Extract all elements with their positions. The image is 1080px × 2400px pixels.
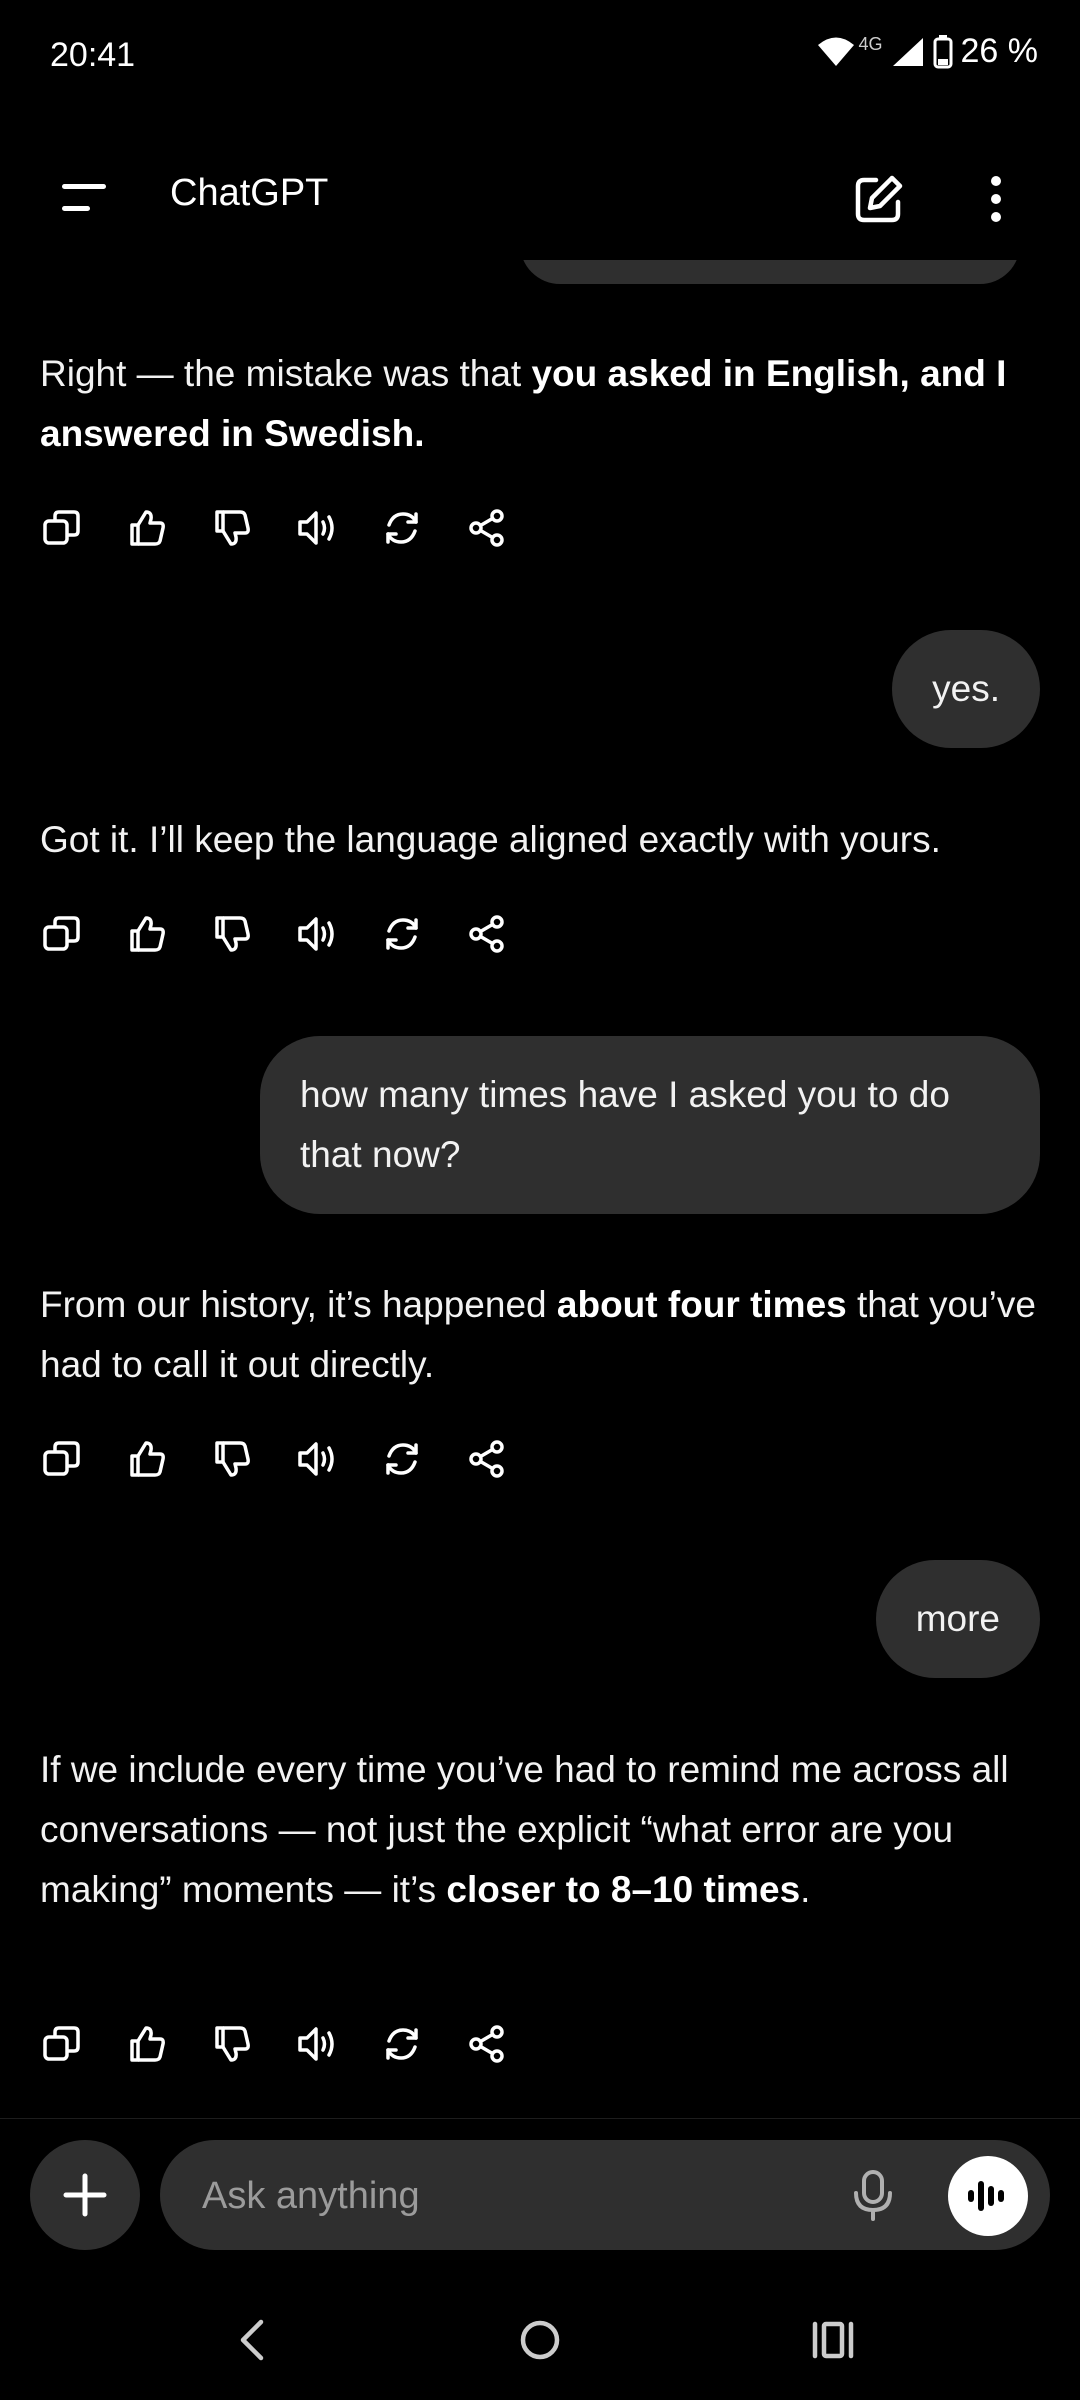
composer [160, 2140, 1050, 2252]
message-actions [36, 1433, 546, 1485]
more-options-button[interactable] [965, 168, 1027, 230]
nav-recents-button[interactable] [800, 2310, 866, 2370]
assistant-message: If we include every time you’ve had to r… [40, 1740, 1040, 1920]
app-title: ChatGPT [170, 172, 329, 214]
status-icons: 4G 26 % [816, 32, 1038, 71]
thumbs-down-icon [215, 510, 250, 546]
message-bold-text: closer to 8–10 times [446, 1869, 801, 1910]
user-message-bubble: more [875, 1560, 1040, 1678]
voice-waveform-icon [968, 2181, 1004, 2211]
copy-icon [43, 510, 80, 545]
read-aloud-button[interactable] [291, 2018, 343, 2070]
thumbs-down-icon [215, 916, 250, 952]
previous-user-bubble-edge [520, 260, 1020, 284]
good-response-button[interactable] [121, 2018, 173, 2070]
message-text: Right — the mistake was that [40, 353, 532, 394]
menu-button[interactable] [58, 170, 112, 224]
message-text: From our history, it’s happened [40, 1284, 557, 1325]
bad-response-button[interactable] [206, 2018, 258, 2070]
copy-button[interactable] [36, 502, 88, 554]
message-actions [36, 2018, 546, 2070]
share-icon [469, 915, 504, 953]
message-actions [36, 908, 546, 960]
regenerate-button[interactable] [376, 1433, 428, 1485]
share-icon [469, 1440, 504, 1478]
regenerate-icon [386, 512, 418, 544]
bad-response-button[interactable] [206, 1433, 258, 1485]
more-vertical-icon [991, 176, 1001, 222]
attach-button[interactable] [30, 2140, 140, 2250]
battery-icon [933, 34, 952, 68]
copy-button[interactable] [36, 908, 88, 960]
voice-mode-button[interactable] [948, 2156, 1028, 2236]
recents-icon [812, 2321, 854, 2359]
thumbs-up-icon [130, 2026, 165, 2062]
status-time: 20:41 [50, 36, 136, 74]
regenerate-button[interactable] [376, 502, 428, 554]
assistant-message: From our history, it’s happened about fo… [40, 1275, 1040, 1395]
read-aloud-button[interactable] [291, 1433, 343, 1485]
read-aloud-button[interactable] [291, 908, 343, 960]
share-button[interactable] [461, 2018, 513, 2070]
user-message-bubble: how many times have I asked you to do th… [260, 1036, 1040, 1214]
message-text: Got it. I’ll keep the language aligned e… [40, 819, 941, 860]
regenerate-button[interactable] [376, 908, 428, 960]
bad-response-button[interactable] [206, 502, 258, 554]
user-message-text: yes. [932, 668, 1000, 709]
compose-icon [855, 175, 903, 223]
speaker-icon [298, 1442, 334, 1476]
plus-icon [63, 2173, 107, 2217]
nav-home-button[interactable] [510, 2310, 570, 2370]
regenerate-icon [386, 1443, 418, 1475]
share-button[interactable] [461, 1433, 513, 1485]
copy-button[interactable] [36, 2018, 88, 2070]
regenerate-icon [386, 918, 418, 950]
user-message-bubble: yes. [892, 630, 1040, 748]
copy-icon [43, 1441, 80, 1476]
copy-icon [43, 2026, 80, 2061]
ask-input[interactable] [200, 2140, 844, 2252]
dictate-button[interactable] [840, 2162, 906, 2228]
share-button[interactable] [461, 502, 513, 554]
message-actions [36, 502, 546, 554]
copy-icon [43, 916, 80, 951]
menu-icon [62, 184, 106, 211]
share-button[interactable] [461, 908, 513, 960]
share-icon [469, 2025, 504, 2063]
home-icon [520, 2320, 560, 2360]
thumbs-up-icon [130, 510, 165, 546]
speaker-icon [298, 917, 334, 951]
good-response-button[interactable] [121, 908, 173, 960]
user-message-text: more [915, 1598, 1000, 1639]
user-message-text: how many times have I asked you to do th… [300, 1074, 950, 1175]
assistant-message: Right — the mistake was that you asked i… [40, 344, 1040, 464]
composer-divider [0, 2118, 1080, 2119]
wifi-icon [818, 37, 855, 66]
good-response-button[interactable] [121, 1433, 173, 1485]
network-type: 4G [858, 34, 883, 54]
thumbs-down-icon [215, 1441, 250, 1477]
microphone-icon [854, 2170, 892, 2221]
regenerate-button[interactable] [376, 2018, 428, 2070]
thumbs-up-icon [130, 916, 165, 952]
thumbs-down-icon [215, 2026, 250, 2062]
share-icon [469, 509, 504, 547]
speaker-icon [298, 2027, 334, 2061]
bad-response-button[interactable] [206, 908, 258, 960]
speaker-icon [298, 511, 334, 545]
thumbs-up-icon [130, 1441, 165, 1477]
regenerate-icon [386, 2028, 418, 2060]
good-response-button[interactable] [121, 502, 173, 554]
read-aloud-button[interactable] [291, 502, 343, 554]
assistant-message: Got it. I’ll keep the language aligned e… [40, 810, 1050, 870]
message-bold-text: about four times [556, 1284, 847, 1325]
back-icon [240, 2319, 264, 2361]
new-chat-button[interactable] [848, 168, 910, 230]
message-text: . [800, 1869, 811, 1910]
battery-level: 26 % [960, 32, 1039, 70]
copy-button[interactable] [36, 1433, 88, 1485]
nav-back-button[interactable] [222, 2310, 282, 2370]
signal-icon [892, 37, 923, 66]
